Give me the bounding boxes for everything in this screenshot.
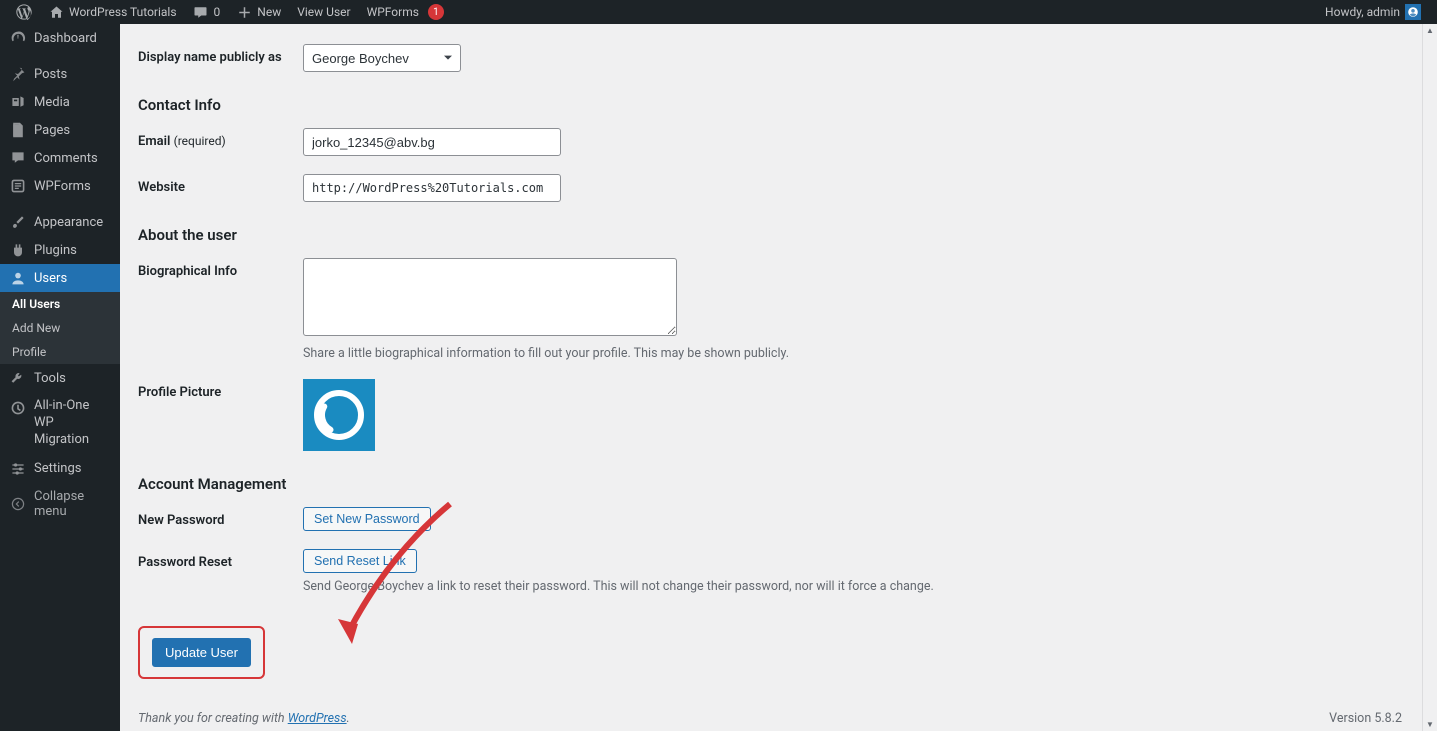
plus-icon: [236, 4, 252, 20]
scroll-up-arrow-icon[interactable]: ▲: [1426, 26, 1434, 35]
home-icon: [48, 4, 64, 20]
sidebar-label: Plugins: [34, 243, 77, 258]
comment-icon: [10, 150, 26, 166]
sidebar-label: All-in-One WP Migration: [34, 398, 110, 449]
collapse-icon: [10, 496, 26, 512]
sidebar-label: Collapse menu: [34, 489, 110, 519]
sidebar-label: Pages: [34, 123, 70, 138]
send-reset-link-button[interactable]: Send Reset Link: [303, 549, 417, 573]
sidebar-label: Media: [34, 95, 70, 110]
view-user-label: View User: [297, 5, 350, 19]
wpforms-menu[interactable]: WPForms 1: [359, 0, 452, 24]
profile-picture-label: Profile Picture: [138, 379, 303, 400]
adminbar: WordPress Tutorials 0 New View User WPFo…: [0, 0, 1437, 24]
sidebar-collapse[interactable]: Collapse menu: [0, 483, 120, 525]
comment-icon: [193, 4, 209, 20]
form-icon: [10, 178, 26, 194]
user-icon: [10, 270, 26, 286]
email-field[interactable]: [303, 128, 561, 156]
bio-description: Share a little biographical information …: [303, 346, 789, 361]
new-label: New: [257, 5, 281, 19]
account-management-heading: Account Management: [138, 475, 1402, 493]
update-user-button[interactable]: Update User: [152, 638, 251, 667]
sidebar-subitem-profile[interactable]: Profile: [0, 340, 120, 364]
sidebar-submenu-users: All Users Add New Profile: [0, 292, 120, 364]
wordpress-logo-icon: [16, 4, 32, 20]
admin-footer: Thank you for creating with WordPress. V…: [138, 699, 1402, 731]
sidebar-item-wpforms[interactable]: WPForms: [0, 172, 120, 200]
bio-textarea[interactable]: [303, 258, 677, 336]
new-content-menu[interactable]: New: [228, 0, 289, 24]
sidebar-subitem-add-new[interactable]: Add New: [0, 316, 120, 340]
slider-icon: [10, 461, 26, 477]
sidebar-item-settings[interactable]: Settings: [0, 455, 120, 483]
wpforms-label: WPForms: [367, 5, 419, 19]
contact-info-heading: Contact Info: [138, 96, 1402, 114]
scroll-down-arrow-icon[interactable]: ▼: [1426, 720, 1434, 729]
about-user-heading: About the user: [138, 226, 1402, 244]
password-reset-label: Password Reset: [138, 549, 303, 570]
sidebar-item-tools[interactable]: Tools: [0, 364, 120, 392]
sidebar-item-appearance[interactable]: Appearance: [0, 208, 120, 236]
view-user-link[interactable]: View User: [289, 0, 358, 24]
sidebar-label: Dashboard: [34, 31, 97, 46]
set-new-password-button[interactable]: Set New Password: [303, 507, 431, 531]
sidebar-label: Users: [34, 271, 67, 286]
footer-version: Version 5.8.2: [1329, 711, 1402, 726]
comments-count: 0: [214, 5, 221, 19]
display-name-label: Display name publicly as: [138, 44, 303, 65]
sidebar-label: Comments: [34, 151, 98, 166]
reset-description: Send George Boychev a link to reset thei…: [303, 579, 934, 594]
wp-logo-menu[interactable]: [8, 0, 40, 24]
media-icon: [10, 94, 26, 110]
sidebar-item-plugins[interactable]: Plugins: [0, 236, 120, 264]
wpforms-badge: 1: [428, 4, 444, 20]
wrench-icon: [10, 370, 26, 386]
email-label: Email (required): [138, 128, 303, 149]
annotation-highlight: Update User: [138, 626, 265, 679]
sidebar-subitem-all-users[interactable]: All Users: [0, 292, 120, 316]
pin-icon: [10, 66, 26, 82]
sidebar-label: Settings: [34, 461, 81, 476]
comments-menu[interactable]: 0: [185, 0, 229, 24]
sidebar-item-comments[interactable]: Comments: [0, 144, 120, 172]
sidebar-label: Tools: [34, 371, 66, 386]
sidebar-item-dashboard[interactable]: Dashboard: [0, 24, 120, 52]
pages-icon: [10, 122, 26, 138]
sidebar-label: WPForms: [34, 179, 91, 194]
migrate-icon: [10, 400, 26, 416]
bio-label: Biographical Info: [138, 258, 303, 279]
plug-icon: [10, 242, 26, 258]
brush-icon: [10, 214, 26, 230]
footer-thanks-suffix: .: [347, 711, 350, 726]
scrollbar[interactable]: ▲ ▼: [1422, 24, 1437, 731]
sidebar-item-pages[interactable]: Pages: [0, 116, 120, 144]
sidebar-item-posts[interactable]: Posts: [0, 60, 120, 88]
site-name-menu[interactable]: WordPress Tutorials: [40, 0, 185, 24]
website-field[interactable]: [303, 174, 561, 202]
new-password-label: New Password: [138, 507, 303, 528]
site-name-label: WordPress Tutorials: [69, 5, 177, 19]
website-label: Website: [138, 174, 303, 195]
sidebar-label: Posts: [34, 67, 67, 82]
display-name-select[interactable]: George Boychev: [303, 44, 461, 72]
content-area: Display name publicly as George Boychev …: [120, 24, 1422, 731]
footer-wordpress-link[interactable]: WordPress: [288, 711, 347, 726]
footer-thanks-prefix: Thank you for creating with: [138, 711, 288, 726]
howdy-label: Howdy, admin: [1325, 5, 1400, 19]
my-account-menu[interactable]: Howdy, admin: [1317, 0, 1429, 24]
sidebar-item-users[interactable]: Users: [0, 264, 120, 292]
dashboard-icon: [10, 30, 26, 46]
avatar: [303, 379, 375, 451]
admin-sidebar: Dashboard Posts Media Pages Comments W: [0, 24, 120, 731]
avatar-icon: [1405, 4, 1421, 20]
sidebar-item-media[interactable]: Media: [0, 88, 120, 116]
sidebar-label: Appearance: [34, 215, 103, 230]
sidebar-item-migration[interactable]: All-in-One WP Migration: [0, 392, 120, 455]
